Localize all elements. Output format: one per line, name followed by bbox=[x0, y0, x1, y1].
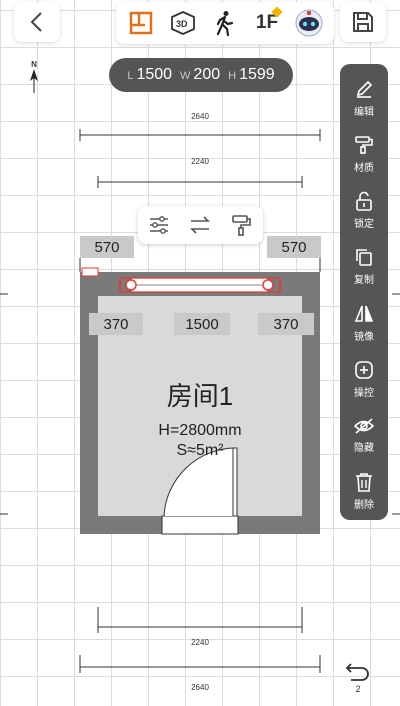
window-left-gap-box[interactable]: 370 bbox=[89, 313, 143, 335]
room-area: S≈5m² bbox=[176, 442, 224, 459]
mirror-button[interactable]: 镜像 bbox=[340, 295, 388, 351]
undo-arrow-icon bbox=[345, 663, 369, 681]
inner-top-dimension: 2240 bbox=[191, 157, 209, 166]
hide-button[interactable]: 隐藏 bbox=[340, 408, 388, 464]
window-handle-right[interactable] bbox=[262, 279, 274, 291]
mirror-label: 镜像 bbox=[354, 331, 374, 343]
mirror-icon bbox=[354, 305, 374, 322]
room-height: H=2800mm bbox=[158, 422, 242, 439]
paint-roller-icon[interactable] bbox=[231, 214, 253, 236]
sliders-settings-icon[interactable] bbox=[148, 215, 170, 235]
lock-button[interactable]: 锁定 bbox=[340, 183, 388, 239]
trash-icon bbox=[356, 473, 372, 493]
copy-label: 复制 bbox=[354, 275, 374, 287]
eye-off-icon bbox=[353, 418, 375, 434]
hide-label: 隐藏 bbox=[354, 443, 374, 455]
edit-label: 编辑 bbox=[354, 106, 374, 118]
pencil-icon bbox=[356, 80, 373, 98]
window-width-box[interactable]: 1500 bbox=[174, 313, 230, 335]
window-right-gap-box[interactable]: 370 bbox=[258, 313, 314, 335]
control-label: 操控 bbox=[354, 387, 374, 399]
copy-button[interactable]: 复制 bbox=[340, 239, 388, 295]
window-quick-tools bbox=[138, 206, 263, 244]
dimension-line-inner-bottom bbox=[97, 607, 303, 633]
delete-label: 删除 bbox=[354, 500, 374, 512]
lock-icon bbox=[356, 191, 372, 211]
delete-button[interactable]: 删除 bbox=[340, 464, 388, 520]
dimension-line-outer-bottom bbox=[79, 655, 321, 673]
material-label: 材质 bbox=[354, 162, 374, 174]
dimension-line-inner-top bbox=[97, 176, 303, 188]
control-plus-icon bbox=[355, 361, 373, 379]
left-offset-box[interactable]: 570 bbox=[80, 236, 134, 258]
edit-button[interactable]: 编辑 bbox=[340, 70, 388, 126]
right-offset-box[interactable]: 570 bbox=[267, 236, 321, 258]
selected-window[interactable] bbox=[119, 277, 281, 293]
outer-top-dimension: 2640 bbox=[191, 112, 209, 121]
copy-icon bbox=[356, 249, 372, 267]
wall-endpoint-marker[interactable] bbox=[81, 267, 99, 277]
control-button[interactable]: 操控 bbox=[340, 351, 388, 407]
material-button[interactable]: 材质 bbox=[340, 126, 388, 182]
dimension-line-outer-top bbox=[79, 129, 321, 141]
outer-bottom-dimension: 2640 bbox=[191, 683, 209, 692]
undo-button[interactable]: 2 bbox=[340, 660, 376, 700]
undo-count: 2 bbox=[355, 684, 361, 694]
window-handle-left[interactable] bbox=[125, 279, 137, 291]
object-action-panel: 编辑 材质 锁定 复制 镜像 操控 隐藏 删除 bbox=[340, 64, 388, 520]
lock-label: 锁定 bbox=[354, 219, 374, 231]
paint-roller-icon bbox=[355, 136, 373, 154]
inner-bottom-dimension: 2240 bbox=[191, 638, 209, 647]
swap-arrows-icon[interactable] bbox=[189, 215, 211, 235]
room-name: 房间1 bbox=[166, 381, 234, 411]
